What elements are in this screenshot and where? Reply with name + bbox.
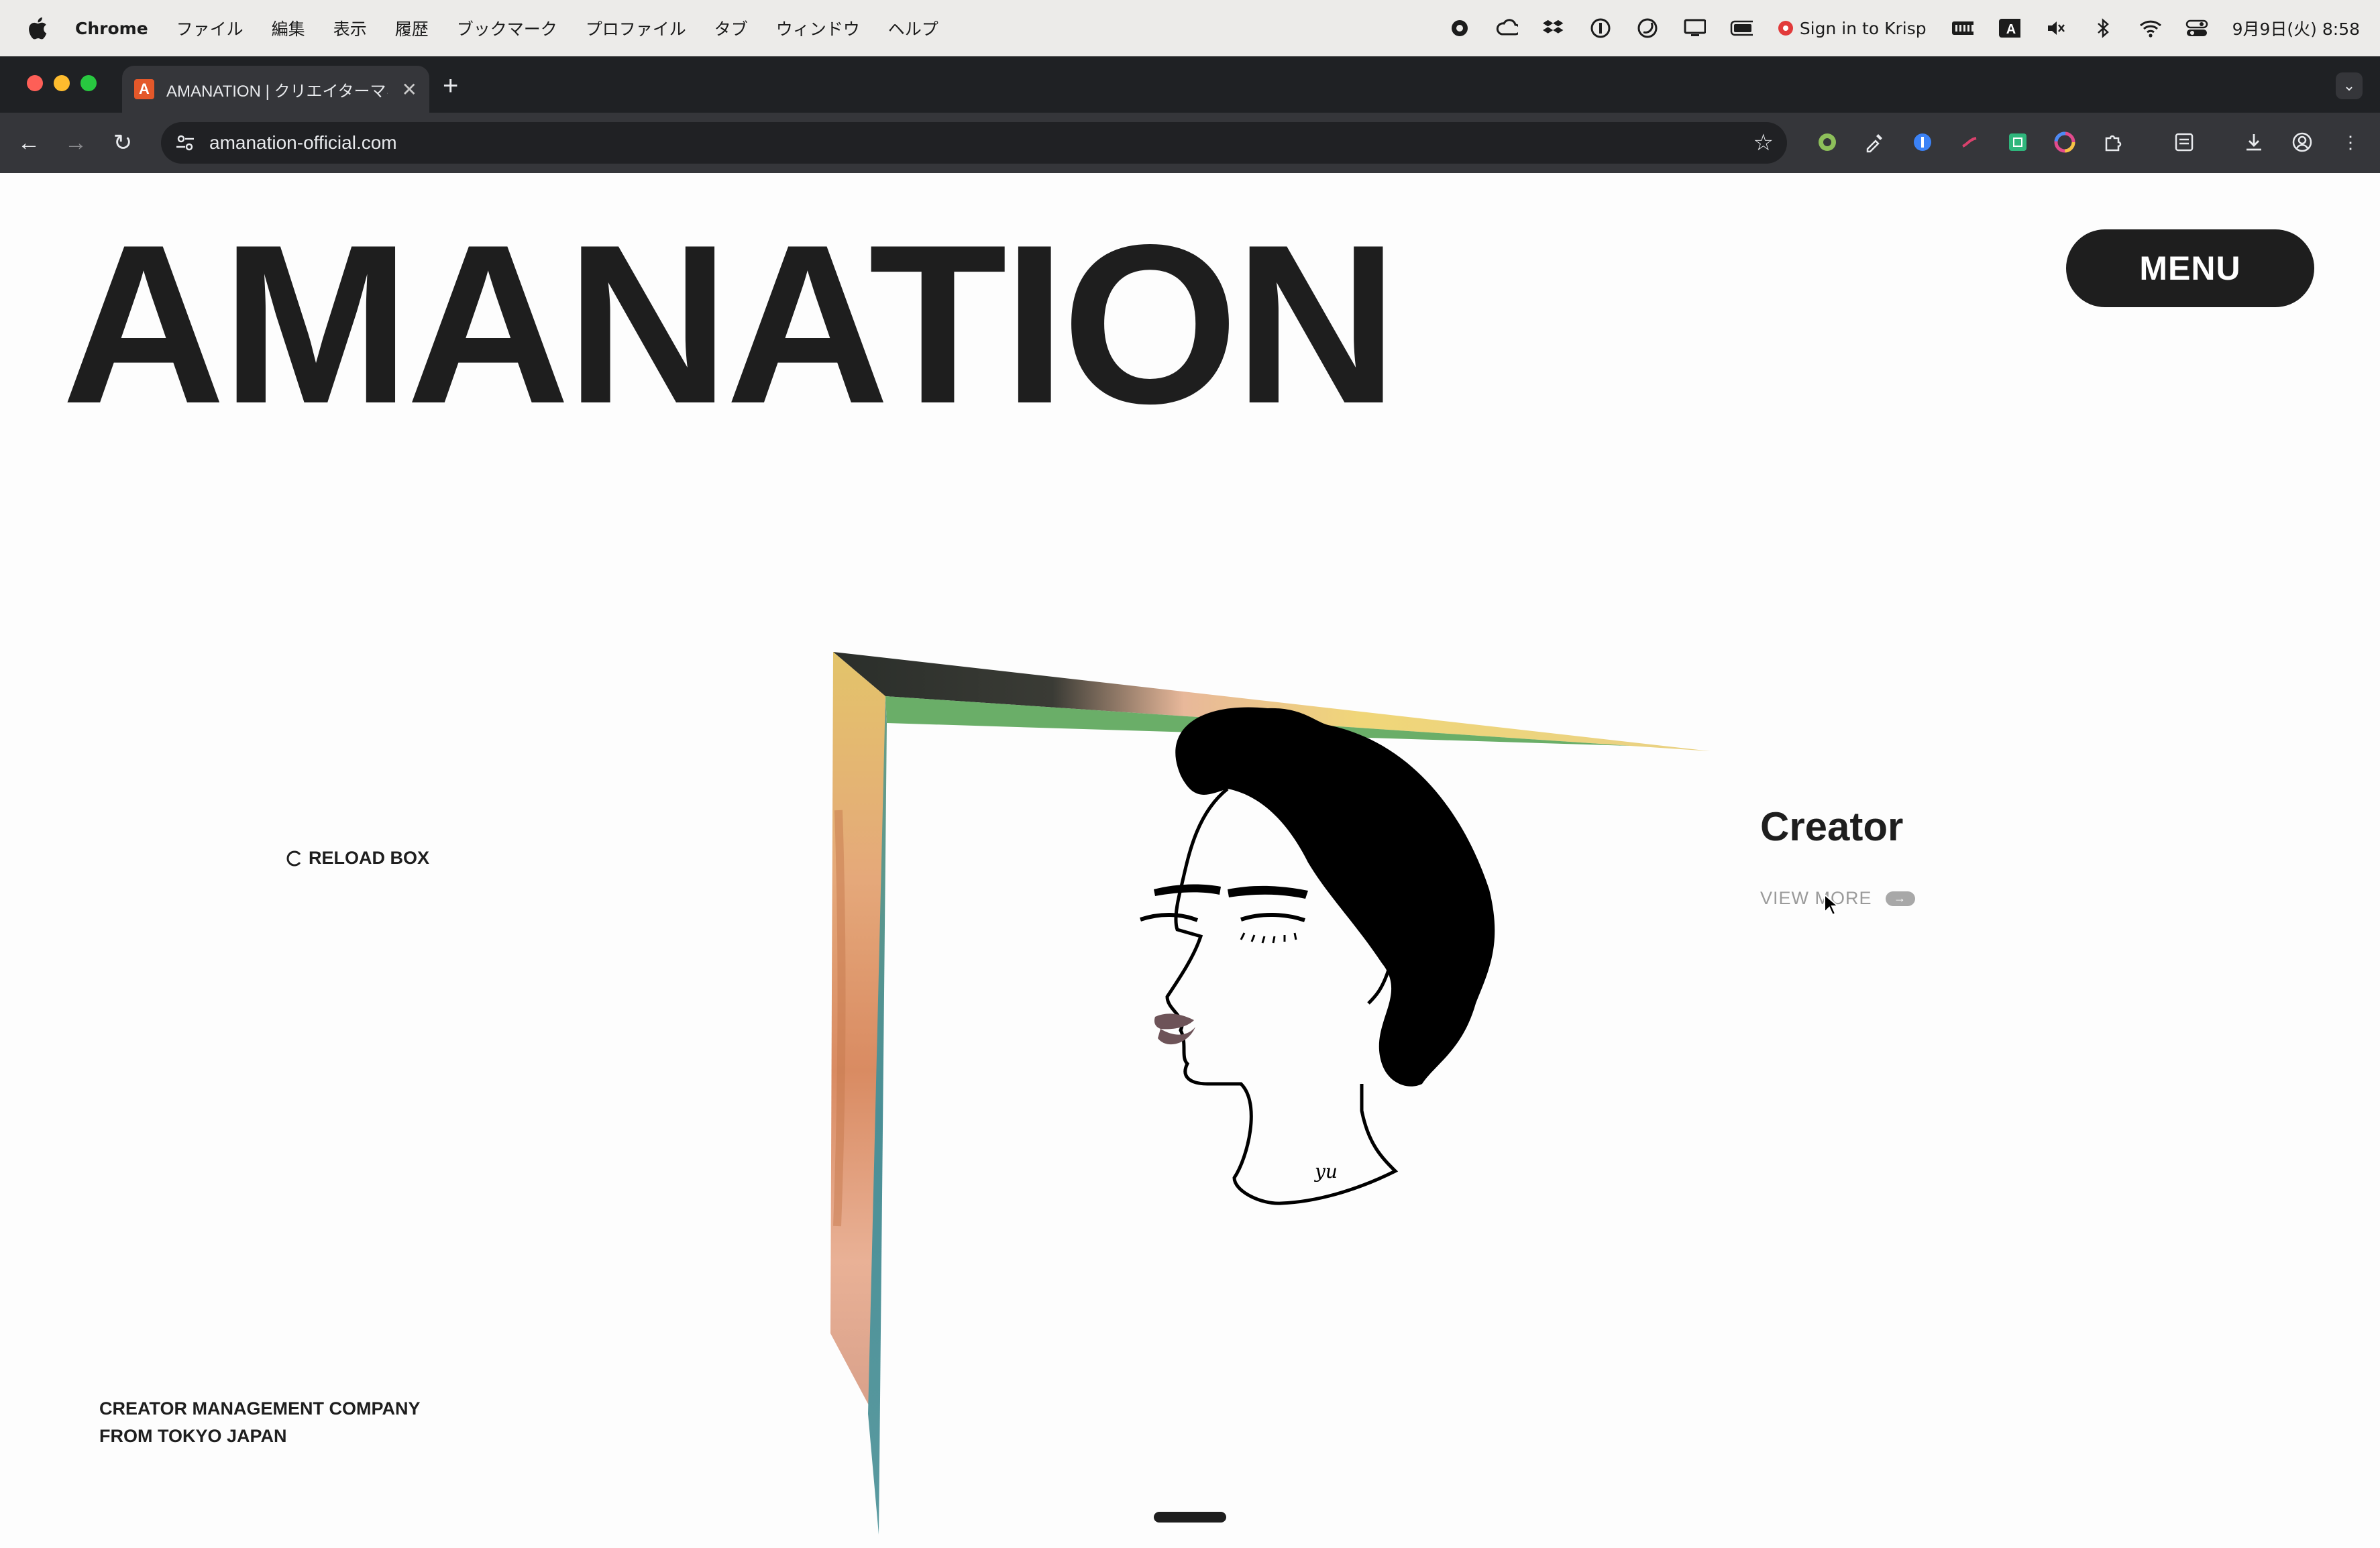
menu-bookmarks[interactable]: ブックマーク: [457, 16, 557, 40]
reload-icon[interactable]: ↻: [107, 127, 138, 158]
input-source-label: A: [2006, 22, 2015, 37]
back-icon[interactable]: ←: [13, 127, 44, 158]
krisp-signin[interactable]: Sign in to Krisp: [1777, 19, 1927, 38]
portrait-eye-right: [1240, 913, 1305, 922]
portrait-signature: yu: [1313, 1160, 1338, 1182]
input-source-icon[interactable]: A: [1998, 17, 2020, 40]
extensions-puzzle-icon[interactable]: [2100, 129, 2126, 156]
dropbox-icon[interactable]: [1542, 17, 1565, 40]
portrait-brow-right: [1228, 885, 1308, 899]
cloud-sync-icon[interactable]: [1495, 17, 1518, 40]
menu-history[interactable]: 履歴: [395, 16, 429, 40]
company-line-1: CREATOR MANAGEMENT COMPANY: [99, 1398, 421, 1419]
browser-toolbar: ← → ↻ amanation-official.com ☆ ⋮: [0, 113, 2380, 173]
new-tab-icon[interactable]: +: [443, 71, 458, 101]
menu-window[interactable]: ウィンドウ: [776, 16, 860, 40]
portrait-brow-left: [1154, 884, 1221, 896]
menu-button[interactable]: MENU: [2066, 229, 2314, 307]
link-extension-icon[interactable]: [1956, 129, 1983, 156]
reading-list-icon[interactable]: [2171, 129, 2198, 156]
maximize-window-button[interactable]: [80, 75, 97, 91]
tab-active[interactable]: A AMANATION | クリエイターマネ ✕: [122, 66, 429, 113]
portrait-lashes: [1240, 932, 1297, 944]
creator-portrait-illustration[interactable]: yu: [1114, 688, 1529, 1265]
menu-view[interactable]: 表示: [333, 16, 367, 40]
mouse-cursor: [1824, 893, 1840, 916]
eyedropper-icon[interactable]: [1861, 129, 1888, 156]
favicon: A: [134, 79, 154, 99]
onepassword-icon[interactable]: [1589, 17, 1612, 40]
tab-search-icon[interactable]: ⌄: [2336, 72, 2363, 99]
control-center-icon[interactable]: [2185, 17, 2208, 40]
close-tab-icon[interactable]: ✕: [402, 78, 417, 101]
menu-file[interactable]: ファイル: [176, 16, 244, 40]
display-icon[interactable]: [1683, 17, 1706, 40]
url-text: amanation-official.com: [209, 132, 397, 153]
reload-icon: [286, 850, 301, 866]
profile-icon[interactable]: [2289, 129, 2316, 156]
more-menu-icon[interactable]: ⋮: [2337, 129, 2364, 156]
tab-title: AMANATION | クリエイターマネ: [166, 82, 388, 101]
extension-chrome-icon[interactable]: [1814, 129, 1841, 156]
menubar-clock[interactable]: 9月9日(火) 8:58: [2232, 16, 2360, 40]
bluetooth-icon[interactable]: [2092, 17, 2114, 40]
wifi-icon[interactable]: [2139, 17, 2161, 40]
menu-edit[interactable]: 編集: [272, 16, 305, 40]
color-picker-extension-icon[interactable]: [2051, 129, 2078, 156]
creator-title: Creator: [1760, 804, 1904, 849]
menu-tab[interactable]: タブ: [714, 16, 748, 40]
web-page: AMANATION MENU RELOAD BOX yu Creator VIE…: [0, 173, 2380, 1545]
green-extension-icon[interactable]: [2004, 129, 2031, 156]
tab-strip: A AMANATION | クリエイターマネ ✕ + ⌄: [0, 56, 2380, 113]
apple-icon[interactable]: [25, 15, 48, 41]
krisp-icon: [1778, 21, 1793, 36]
address-bar[interactable]: amanation-official.com ☆: [161, 122, 1787, 164]
record-icon[interactable]: [1448, 17, 1471, 40]
reload-box-label: RELOAD BOX: [309, 848, 430, 868]
site-info-icon[interactable]: [173, 131, 197, 155]
battery-icon[interactable]: [1730, 17, 1753, 40]
mute-icon[interactable]: [2045, 17, 2067, 40]
company-line-2: FROM TOKYO JAPAN: [99, 1426, 287, 1446]
browser-chrome: A AMANATION | クリエイターマネ ✕ + ⌄ ← → ↻ amana…: [0, 56, 2380, 173]
menu-app-chrome[interactable]: Chrome: [75, 19, 148, 38]
portrait-hair: [1175, 707, 1495, 1087]
portrait-eye-left: [1140, 913, 1199, 922]
minimize-window-button[interactable]: [54, 75, 70, 91]
krisp-label: Sign in to Krisp: [1799, 18, 1927, 38]
menu-help[interactable]: ヘルプ: [888, 16, 938, 40]
moon-icon[interactable]: [1636, 17, 1659, 40]
macos-menu-bar: Chrome ファイル 編集 表示 履歴 ブックマーク プロファイル タブ ウィ…: [0, 0, 2380, 56]
box-left-shadow: [833, 810, 846, 1227]
reload-box-button[interactable]: RELOAD BOX: [286, 848, 429, 869]
close-window-button[interactable]: [27, 75, 43, 91]
bookmark-star-icon[interactable]: ☆: [1753, 129, 1774, 156]
menu-profiles[interactable]: プロファイル: [586, 16, 686, 40]
company-tagline: CREATOR MANAGEMENT COMPANY FROM TOKYO JA…: [99, 1395, 421, 1450]
keyboard-icon[interactable]: [1951, 17, 1973, 40]
view-more-label: VIEW MORE: [1760, 888, 1872, 908]
onepassword-extension-icon[interactable]: [1909, 129, 1936, 156]
forward-icon[interactable]: →: [60, 127, 91, 158]
arrow-right-icon: →: [1885, 891, 1915, 906]
brand-logo[interactable]: AMANATION: [62, 211, 1398, 437]
download-icon[interactable]: [2240, 129, 2267, 156]
portrait-lips: [1154, 1013, 1195, 1045]
scroll-indicator[interactable]: [1154, 1512, 1226, 1523]
